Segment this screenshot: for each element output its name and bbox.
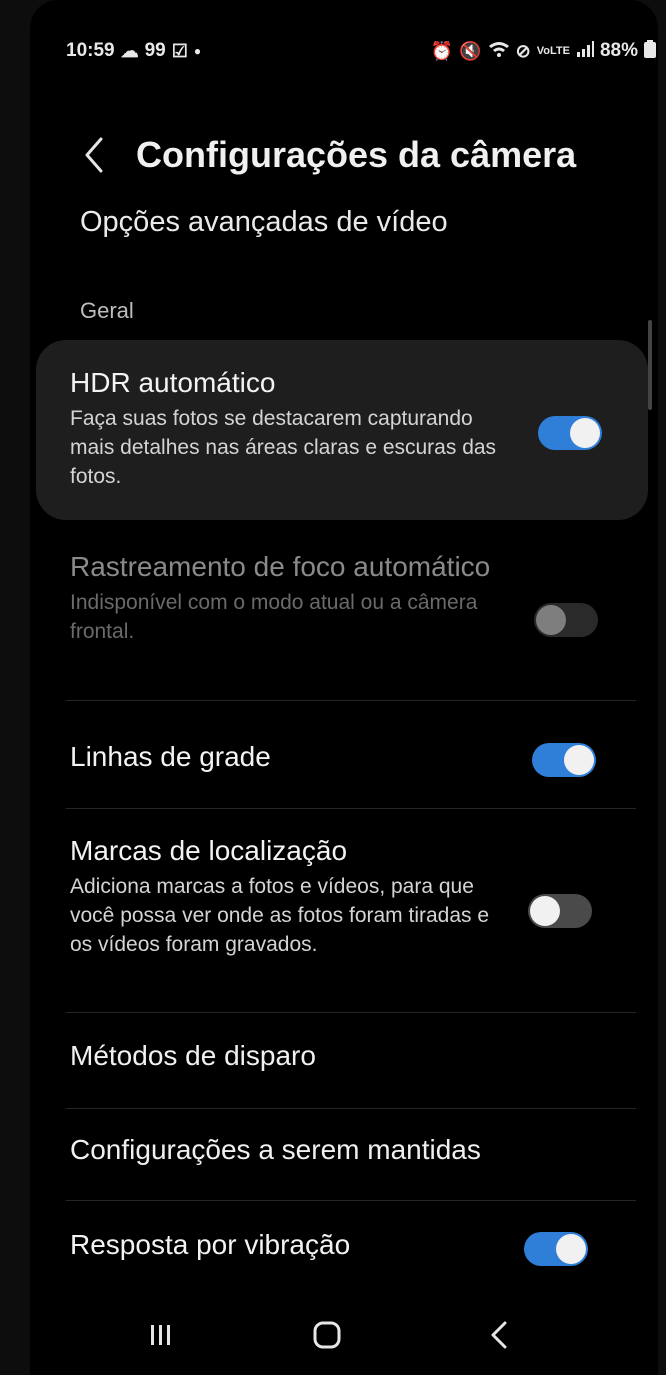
header: Configurações da câmera [76,120,576,190]
divider [66,700,636,701]
hdr-description: Faça suas fotos se destacarem capturando… [70,407,497,488]
advanced-video-options-link[interactable]: Opções avançadas de vídeo [80,206,448,239]
alarm-icon: ⏰ [430,40,454,61]
section-label-general: Geral [80,298,134,323]
recent-apps-button[interactable] [136,1310,186,1360]
notification-count: 99 [144,40,166,61]
do-not-disturb-icon: ⊘ [515,40,531,61]
cloud-icon: ☁ [120,40,139,61]
grid-lines-toggle[interactable] [532,743,596,777]
status-bar: 10:59 ☁ 99 ☑ ● ⏰ 🔇 ⊘ VoLTE 88% [66,36,656,66]
grid-lines-title: Linhas de grade [70,741,271,772]
divider [66,1200,636,1201]
nav-back-button[interactable] [474,1310,524,1360]
signal-icon [576,40,594,62]
battery-icon [644,39,656,63]
focus-tracking-title: Rastreamento de foco automático [70,551,491,582]
nav-back-icon [491,1321,507,1349]
check-box-icon: ☑ [171,40,188,61]
focus-tracking-description: Indisponível com o modo atual ou a câmer… [70,591,478,643]
page-title: Configurações da câmera [136,134,577,175]
hdr-toggle[interactable] [538,416,602,450]
hdr-setting[interactable]: HDR automático Faça suas fotos se destac… [70,366,510,491]
home-icon [313,1321,341,1349]
home-button[interactable] [302,1310,352,1360]
location-tags-toggle[interactable] [528,894,592,928]
divider [66,1012,636,1013]
hdr-title: HDR automático [70,367,276,398]
location-tags-title: Marcas de localização [70,835,348,866]
divider [66,808,636,809]
screen: 10:59 ☁ 99 ☑ ● ⏰ 🔇 ⊘ VoLTE 88% Configura… [30,0,658,1375]
status-time: 10:59 [66,40,115,61]
recent-apps-icon [151,1325,170,1345]
shooting-methods-item[interactable]: Métodos de disparo [70,1040,316,1072]
battery-level: 88% [599,40,638,61]
location-tags-setting[interactable]: Marcas de localização Adiciona marcas a … [70,834,500,959]
divider [66,1108,636,1109]
location-tags-description: Adiciona marcas a fotos e vídeos, para q… [70,875,490,956]
focus-tracking-toggle [534,603,598,637]
volte-icon: VoLTE [536,45,570,57]
focus-tracking-setting: Rastreamento de foco automático Indispon… [70,550,510,646]
vibration-feedback-toggle[interactable] [524,1232,588,1266]
back-button[interactable] [76,125,112,185]
wifi-icon [488,40,510,63]
navigation-bar [30,1290,658,1375]
notification-dot-icon: ● [193,44,202,58]
grid-lines-setting[interactable]: Linhas de grade [70,740,610,774]
mute-icon: 🔇 [459,40,482,61]
settings-to-keep-item[interactable]: Configurações a serem mantidas [70,1134,481,1166]
chevron-left-icon [85,137,103,173]
scrollbar[interactable] [648,320,652,410]
